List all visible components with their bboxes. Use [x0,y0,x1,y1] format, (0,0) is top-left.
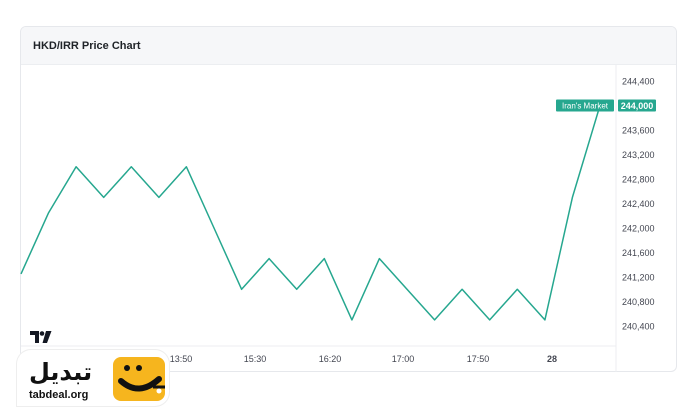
x-tick-label: 28 [547,354,557,364]
x-tick-label: 17:00 [392,354,415,364]
tradingview-icon[interactable] [30,331,52,343]
y-tick-label: 242,400 [622,199,655,209]
price-line [20,105,601,321]
y-tick-label: 242,800 [622,175,655,185]
x-tick-label: 16:20 [319,354,342,364]
y-tick-label: 241,200 [622,273,655,283]
y-tick-label: 243,600 [622,126,655,136]
x-tick-label: 17:50 [467,354,490,364]
y-tick-label: 242,000 [622,224,655,234]
y-tick-label: 240,800 [622,297,655,307]
brand-name: تبدیل [29,358,93,386]
brand-url: tabdeal.org [29,389,89,401]
y-tick-label: 241,600 [622,248,655,258]
y-tick-label: 240,400 [622,322,655,332]
y-tick-label: 243,200 [622,150,655,160]
y-tick-label: 244,400 [622,77,655,87]
brand-logo-icon [113,357,165,401]
x-tick-label: 13:50 [170,354,193,364]
price-chart[interactable]: 244,400 244,000 243,600 243,200 242,800 242,4… [0,0,680,408]
series-name-label: Iran's Market [562,102,609,111]
last-price-label: 244,000 [621,101,654,111]
brand-watermark: تبدیل tabdeal.org [17,350,169,406]
x-tick-label: 15:30 [244,354,267,364]
